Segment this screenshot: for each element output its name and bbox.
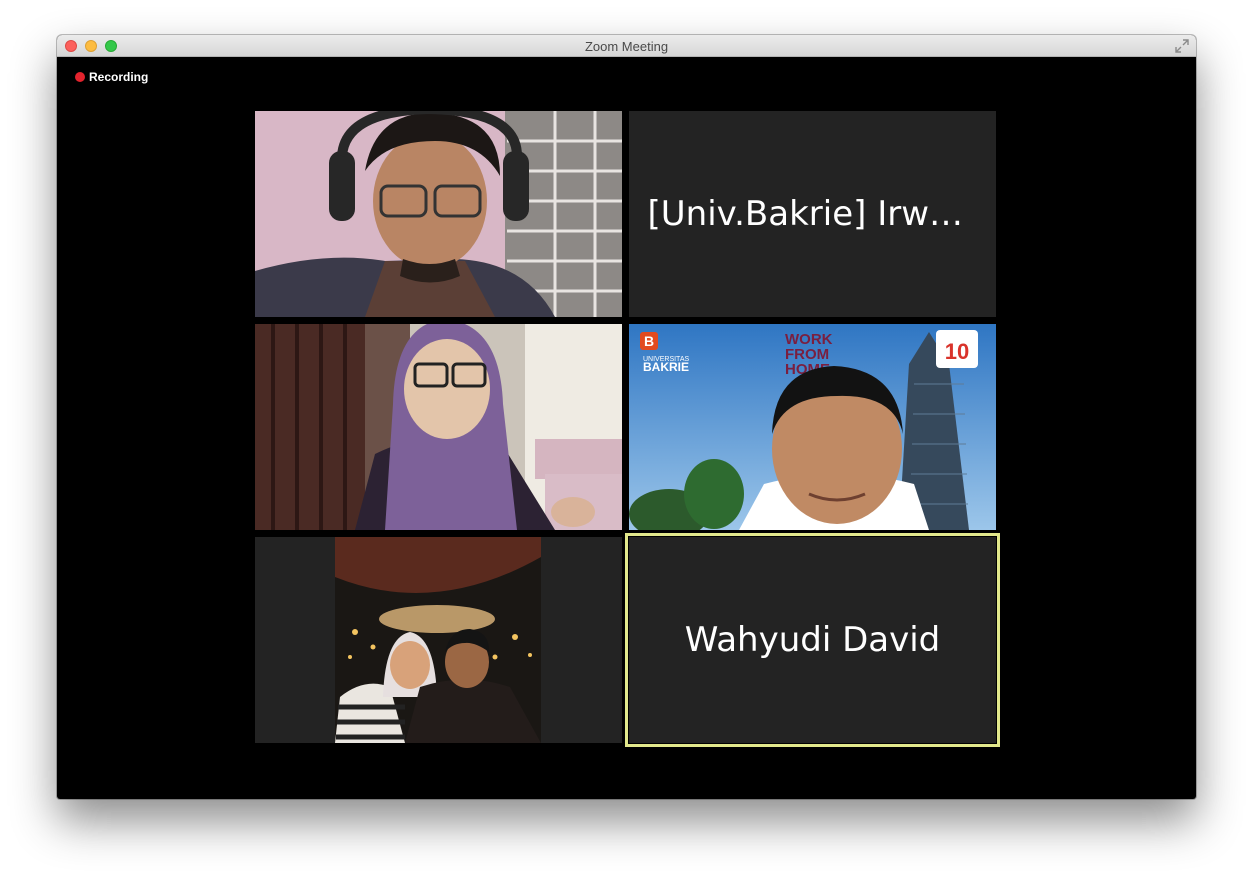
participant-name: Wahyudi David xyxy=(684,620,941,660)
participant-video-tile[interactable] xyxy=(255,111,622,317)
university-line2: BAKRIE xyxy=(643,360,689,374)
participant-name: [Univ.Bakrie] Irwa… xyxy=(647,194,978,234)
participant-video-tile[interactable] xyxy=(255,324,622,530)
recording-dot-icon xyxy=(75,72,85,82)
participant-name-tile[interactable]: [Univ.Bakrie] Irwa… xyxy=(629,111,996,317)
participant-video-feed xyxy=(255,111,622,317)
participant-video-tile[interactable] xyxy=(255,537,622,743)
active-speaker-tile[interactable]: Wahyudi David xyxy=(625,533,1000,747)
anniversary-logo: 10 xyxy=(945,339,969,364)
title-bar[interactable]: Zoom Meeting xyxy=(57,35,1196,57)
participant-video-feed xyxy=(255,324,622,530)
participant-video-feed xyxy=(255,537,622,743)
participant-video-tile[interactable]: B UNIVERSITAS BAKRIE WORK FROM HOME 10 xyxy=(629,324,996,530)
fullscreen-icon[interactable] xyxy=(1175,39,1189,53)
window-title: Zoom Meeting xyxy=(584,39,669,54)
university-logo-letter: B xyxy=(644,333,654,349)
zoom-window: Zoom Meeting Recording [Univ.Bakrie] Irw… xyxy=(57,35,1196,799)
recording-indicator: Recording xyxy=(75,70,148,84)
participant-video-feed: B UNIVERSITAS BAKRIE WORK FROM HOME 10 xyxy=(629,324,996,530)
recording-label: Recording xyxy=(89,70,149,84)
